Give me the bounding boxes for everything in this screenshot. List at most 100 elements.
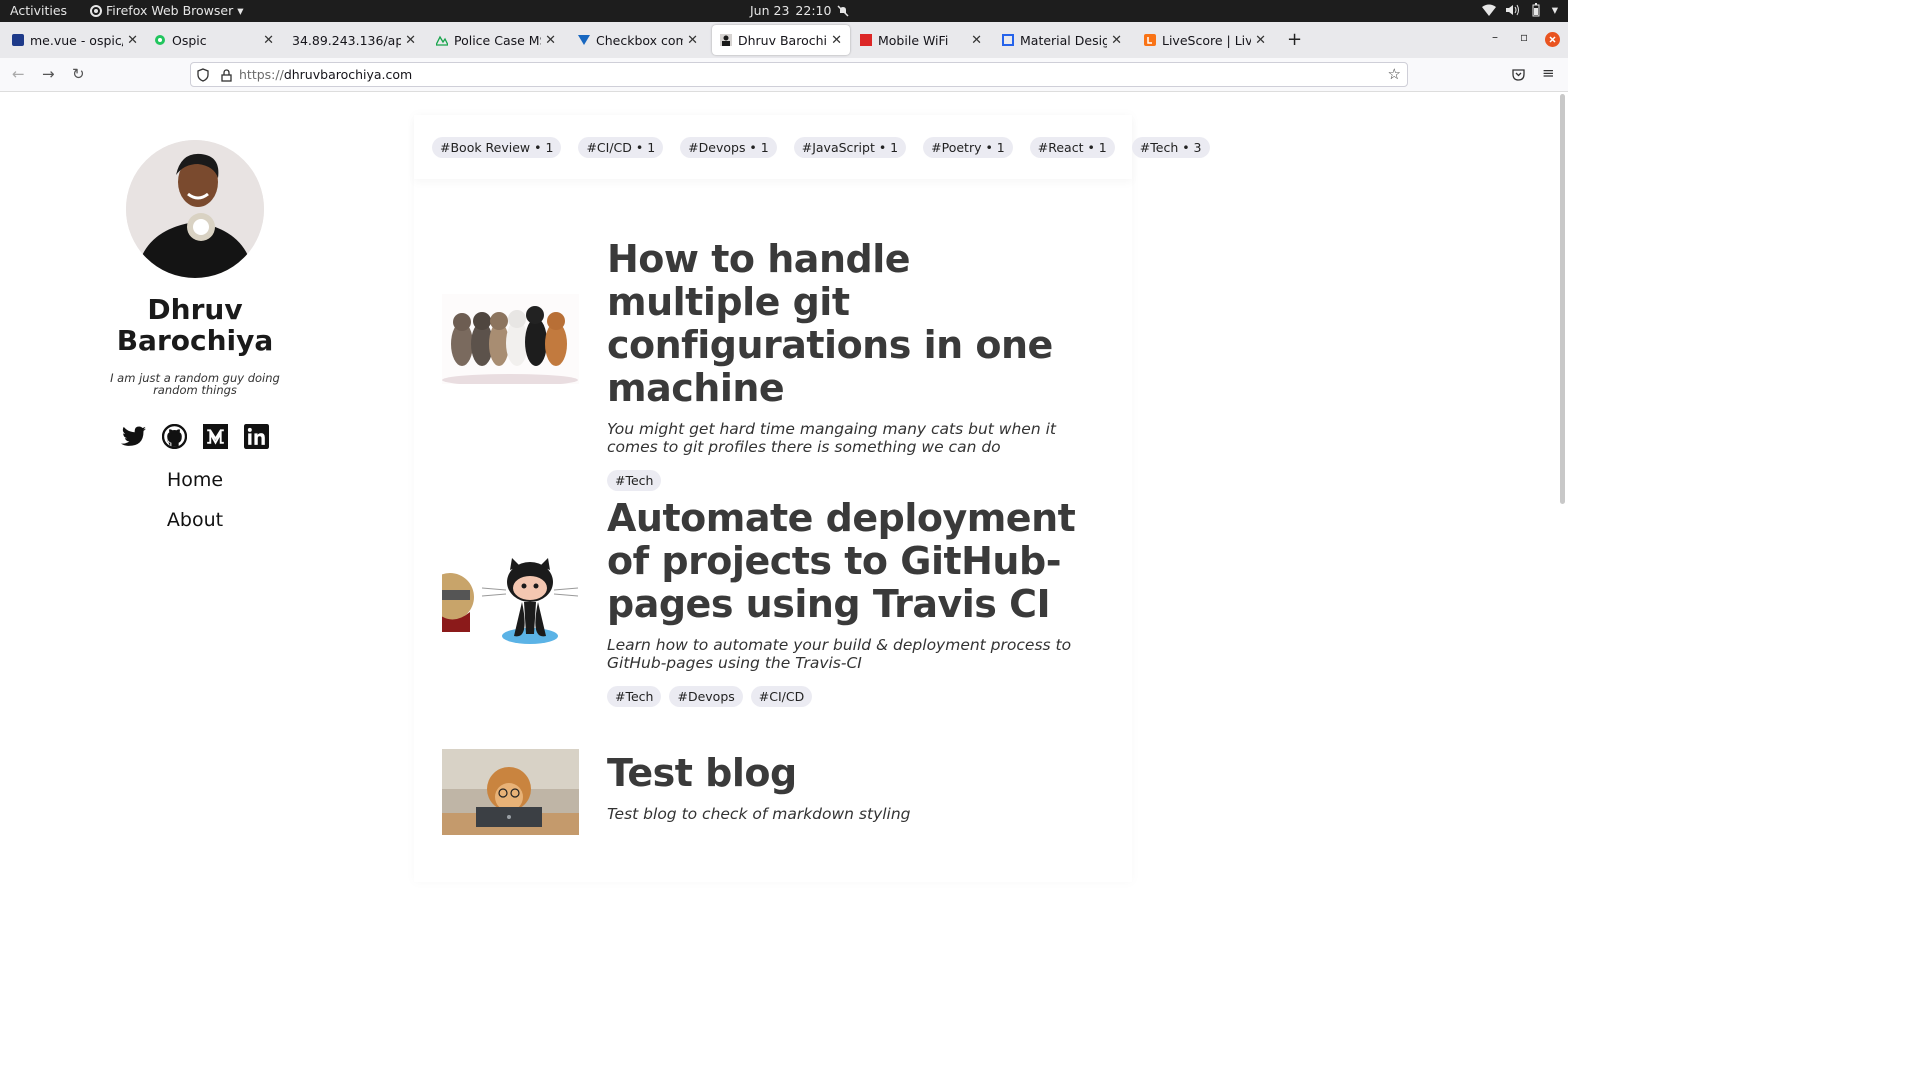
close-icon[interactable]: ✕ xyxy=(545,33,556,48)
tag-filter-chip[interactable]: #Poetry • 1 xyxy=(923,137,1013,158)
post-tag-chip[interactable]: #Devops xyxy=(669,686,743,707)
tag-filter-chip[interactable]: #Book Review • 1 xyxy=(432,137,562,158)
system-tray[interactable]: ▾ xyxy=(1481,2,1558,17)
tab-mobile-wifi[interactable]: Mobile WiFi ✕ xyxy=(852,25,990,55)
tab-ospic[interactable]: Ospic ✕ xyxy=(146,25,282,55)
app-menu[interactable]: Firefox Web Browser ▾ xyxy=(90,3,244,18)
chevron-down-icon: ▾ xyxy=(237,3,244,18)
maximize-button[interactable]: ▫ xyxy=(1520,30,1528,44)
app-icon xyxy=(436,34,448,46)
minimize-button[interactable]: – xyxy=(1492,30,1498,44)
post-title[interactable]: Test blog xyxy=(607,752,1077,795)
linkedin-icon[interactable] xyxy=(244,424,269,449)
reload-button[interactable]: ↻ xyxy=(72,65,85,83)
wifi-icon xyxy=(1481,4,1496,16)
close-icon[interactable]: ✕ xyxy=(831,33,842,48)
tag-filter-chip[interactable]: #Devops • 1 xyxy=(680,137,777,158)
pocket-icon[interactable] xyxy=(1512,66,1525,85)
close-icon[interactable]: ✕ xyxy=(687,33,698,48)
time: 22:10 xyxy=(795,3,832,18)
post-subtitle: You might get hard time mangaing many ca… xyxy=(607,420,1056,456)
page-scrollbar[interactable] xyxy=(1560,94,1565,504)
medium-icon[interactable] xyxy=(203,424,228,449)
tab-material-design[interactable]: Material Design Ic ✕ xyxy=(994,25,1130,55)
vuetify-icon xyxy=(578,34,590,46)
close-icon[interactable]: ✕ xyxy=(263,33,274,48)
post-tag-chip[interactable]: #Tech xyxy=(607,470,662,491)
activities-button[interactable]: Activities xyxy=(10,3,67,18)
post-title[interactable]: How to handle multiple git configuration… xyxy=(607,238,1077,410)
tab-title: Material Design Ic xyxy=(1020,32,1108,48)
tag-filter-list: #Book Review • 1 #CI/CD • 1 #Devops • 1 … xyxy=(432,137,1210,158)
nav-about-link[interactable]: About xyxy=(95,509,295,531)
post-tag-chip[interactable]: #CI/CD xyxy=(750,686,813,707)
shield-icon[interactable] xyxy=(197,67,209,86)
back-button[interactable]: ← xyxy=(12,65,25,83)
app-menu-label: Firefox Web Browser xyxy=(106,3,234,18)
notifications-off-icon xyxy=(837,4,849,17)
social-links xyxy=(95,424,295,449)
clock[interactable]: Jun 23 22:10 xyxy=(750,3,849,18)
tab-dhruv-barochiya[interactable]: Dhruv Barochiya ✕ xyxy=(712,25,850,55)
tag-filter-chip[interactable]: #Tech • 3 xyxy=(1131,137,1210,158)
tab-livescore[interactable]: LiveScore | Live Fo ✕ xyxy=(1136,25,1274,55)
profile-name: Dhruv Barochiya xyxy=(95,294,295,356)
url-protocol: https:// xyxy=(239,67,284,82)
post-tags: #Tech #Devops #CI/CD xyxy=(607,686,1077,707)
tab-title: Checkbox compo xyxy=(596,32,684,48)
profile-sidebar: Dhruv Barochiya I am just a random guy d… xyxy=(95,140,295,531)
menu-icon[interactable]: ≡ xyxy=(1542,64,1555,82)
avatar xyxy=(126,140,264,278)
tag-filter-chip[interactable]: #CI/CD • 1 xyxy=(578,137,664,158)
huawei-icon xyxy=(860,34,872,46)
github-icon[interactable] xyxy=(162,424,187,449)
system-top-bar: Activities Firefox Web Browser ▾ Jun 23 … xyxy=(0,0,1568,22)
tab-checkbox[interactable]: Checkbox compo ✕ xyxy=(570,25,706,55)
close-window-button[interactable] xyxy=(1545,32,1560,50)
navigation-toolbar: ← → ↻ https://dhruvbarochiya.com ☆ ≡ xyxy=(0,58,1568,92)
tag-filter-chip[interactable]: #JavaScript • 1 xyxy=(793,137,907,158)
post-tag-chip[interactable]: #Tech xyxy=(607,686,662,707)
name-line: Barochiya xyxy=(116,324,274,357)
close-icon[interactable]: ✕ xyxy=(405,33,416,48)
forward-button[interactable]: → xyxy=(42,65,55,83)
date: Jun 23 xyxy=(750,3,790,18)
tab-vscode[interactable]: me.vue - ospic/we ✕ xyxy=(4,25,146,55)
tag-filter-chip[interactable]: #React • 1 xyxy=(1029,137,1115,158)
nav-home-link[interactable]: Home xyxy=(95,469,295,491)
post-title[interactable]: Automate deployment of projects to GitHu… xyxy=(607,497,1077,626)
post-thumbnail[interactable] xyxy=(442,294,579,384)
lock-icon[interactable] xyxy=(221,67,232,86)
url-bar[interactable]: https://dhruvbarochiya.com ☆ xyxy=(190,62,1408,87)
url-text[interactable]: https://dhruvbarochiya.com xyxy=(239,67,412,82)
tab-title: LiveScore | Live Fo xyxy=(1162,32,1252,48)
material-icon xyxy=(1002,34,1014,46)
post-thumbnail[interactable] xyxy=(442,552,579,647)
ospic-icon xyxy=(154,34,166,46)
post-body: Test blog Test blog to check of markdown… xyxy=(607,752,1077,824)
name-line: Dhruv xyxy=(147,293,243,326)
new-tab-button[interactable]: + xyxy=(1287,29,1302,50)
post-body: How to handle multiple git configuration… xyxy=(607,238,1077,491)
star-icon[interactable]: ☆ xyxy=(1388,65,1401,83)
close-icon[interactable]: ✕ xyxy=(971,33,982,48)
post-thumbnail[interactable] xyxy=(442,749,579,835)
close-icon[interactable]: ✕ xyxy=(127,33,138,48)
close-icon[interactable]: ✕ xyxy=(1255,33,1266,48)
tab-api[interactable]: 34.89.243.136/api/v1 ✕ xyxy=(284,25,424,55)
tab-title: Dhruv Barochiya xyxy=(738,32,827,48)
close-icon[interactable]: ✕ xyxy=(1111,33,1122,48)
tab-title: Mobile WiFi xyxy=(878,32,949,48)
livescore-icon xyxy=(1144,34,1156,46)
url-host: dhruvbarochiya.com xyxy=(283,67,413,82)
tab-police-case[interactable]: Police Case MS ✕ xyxy=(428,25,564,55)
firefox-icon xyxy=(90,4,102,17)
tab-title: Police Case MS xyxy=(454,32,542,48)
tab-title: Ospic xyxy=(172,32,207,48)
post-body: Automate deployment of projects to GitHu… xyxy=(607,497,1077,707)
post-subtitle: Learn how to automate your build & deplo… xyxy=(607,636,1072,672)
twitter-icon[interactable] xyxy=(121,424,146,449)
post-tags: #Tech xyxy=(607,470,1077,491)
profile-icon xyxy=(720,34,732,46)
profile-bio: I am just a random guy doing random thin… xyxy=(110,371,280,397)
